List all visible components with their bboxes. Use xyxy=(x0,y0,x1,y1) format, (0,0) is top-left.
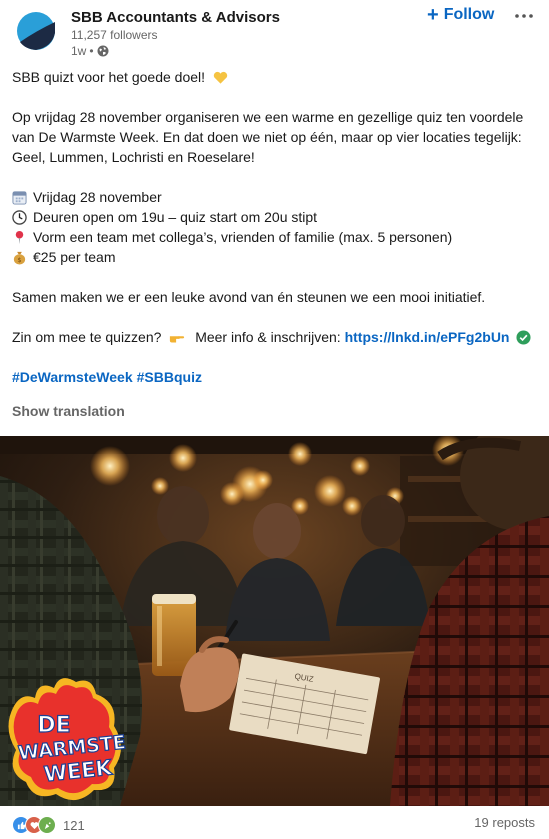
pointing-hand-icon xyxy=(170,336,185,343)
post-title: SBB quizt voor het goede doel! xyxy=(12,69,206,85)
post-header: SBB Accountants & Advisors 11,257 follow… xyxy=(0,0,549,64)
reactions-summary[interactable]: 121 xyxy=(12,816,85,834)
more-options-icon[interactable] xyxy=(512,4,536,28)
detail-date: Vrijdag 28 november xyxy=(12,187,542,207)
post-meta: 1w • xyxy=(71,44,109,58)
follow-label: Follow xyxy=(443,6,495,23)
verified-check-icon xyxy=(516,330,531,345)
paragraph2: Samen maken we er een leuke avond van én… xyxy=(12,289,486,305)
paragraph1-line: van De Warmste Week. En dat doen we niet… xyxy=(12,129,522,145)
hashtag-dewarmsteweek[interactable]: #DeWarmsteWeek xyxy=(12,369,133,385)
detail-text: €25 per team xyxy=(33,249,116,265)
paragraph1-line: Geel, Lummen, Lochristi en Roeselare! xyxy=(12,149,255,165)
cta-middle: Meer info & inschrijven: xyxy=(195,329,341,345)
paragraph1-line: Op vrijdag 28 november organiseren we ee… xyxy=(12,109,524,125)
detail-text: Vorm een team met collega’s, vrienden of… xyxy=(33,229,453,245)
money-bag-icon: $ xyxy=(13,251,26,265)
info-link[interactable]: https://lnkd.in/ePFg2bUn xyxy=(345,329,510,345)
cta-line: Zin om mee te quizzen? Meer info & insch… xyxy=(12,327,542,347)
post-image[interactable]: QUIZ DE WARMSTE WEEK xyxy=(0,436,549,806)
pin-icon xyxy=(15,230,24,245)
detail-text: Vrijdag 28 november xyxy=(33,189,162,205)
detail-text: Deuren open om 19u – quiz start om 20u s… xyxy=(33,209,318,225)
plus-icon: + xyxy=(427,4,439,26)
clock-icon xyxy=(12,210,27,225)
calendar-icon xyxy=(12,191,27,205)
cta-prefix: Zin om mee te quizzen? xyxy=(12,329,162,345)
svg-text:$: $ xyxy=(17,256,21,264)
company-logo[interactable] xyxy=(16,11,56,51)
post-time: 1w xyxy=(71,44,87,58)
reaction-count[interactable]: 121 xyxy=(63,818,85,833)
detail-price: $ €25 per team xyxy=(12,247,542,267)
follow-button[interactable]: + Follow xyxy=(427,4,495,26)
post-title-line: SBB quizt voor het goede doel! xyxy=(12,67,542,87)
follower-count: 11,257 followers xyxy=(71,28,158,42)
post-body: SBB quizt voor het goede doel! Op vrijda… xyxy=(12,67,542,387)
separator-dot: • xyxy=(89,44,94,58)
company-name[interactable]: SBB Accountants & Advisors xyxy=(71,9,280,26)
show-translation-button[interactable]: Show translation xyxy=(12,403,125,419)
detail-time: Deuren open om 19u – quiz start om 20u s… xyxy=(12,207,542,227)
detail-team: Vorm een team met collega’s, vrienden of… xyxy=(12,227,542,247)
social-counts-bar: 121 19 reposts xyxy=(0,806,549,839)
hashtag-sbbquiz[interactable]: #SBBquiz xyxy=(137,369,202,385)
repost-count[interactable]: 19 reposts xyxy=(474,815,535,830)
quiz-photo-illustration: QUIZ DE WARMSTE WEEK xyxy=(0,436,549,806)
yellow-heart-icon xyxy=(213,71,228,84)
celebrate-reaction-icon xyxy=(38,816,56,834)
hashtag-line: #DeWarmsteWeek #SBBquiz xyxy=(12,367,542,387)
globe-icon xyxy=(97,45,109,57)
badge-line-de: DE xyxy=(37,713,70,738)
